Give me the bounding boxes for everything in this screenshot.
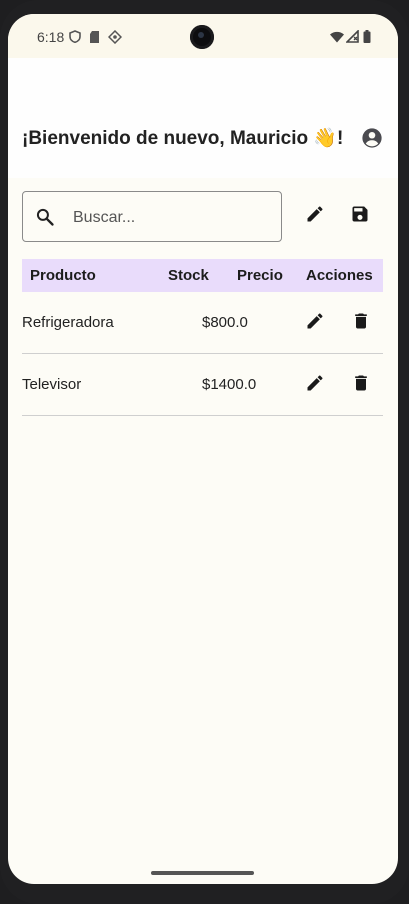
- column-header-stock: Stock: [168, 267, 209, 284]
- cell-precio: $1400.0: [202, 376, 257, 393]
- vpn-icon: [107, 29, 123, 49]
- column-header-acciones: Acciones: [306, 267, 373, 284]
- app-bar: [8, 58, 398, 178]
- search-icon: [35, 207, 55, 232]
- status-time: 6:18: [37, 29, 65, 45]
- row-delete-button[interactable]: [348, 372, 374, 398]
- edit-button[interactable]: [301, 202, 329, 230]
- page-title: ¡Bienvenido de nuevo, Mauricio 👋!: [22, 128, 344, 149]
- floppy-disk-icon: [350, 204, 370, 229]
- front-camera: [190, 25, 214, 49]
- table-row: Televisor $1400.0: [22, 354, 383, 416]
- gesture-nav-handle[interactable]: [151, 871, 254, 875]
- column-header-precio: Precio: [237, 267, 283, 284]
- pencil-icon: [305, 204, 325, 229]
- table-row: Refrigeradora $800.0: [22, 292, 383, 354]
- search-field[interactable]: [22, 191, 282, 242]
- battery-icon: [363, 30, 371, 48]
- pencil-icon: [305, 373, 325, 398]
- wifi-icon: [330, 30, 344, 48]
- save-button[interactable]: [346, 202, 374, 230]
- app-screen: 6:18 ¡Bienvenido de nuevo, Mauricio 👋! B…: [8, 14, 398, 884]
- table-header: Producto Stock Precio Acciones: [22, 259, 383, 292]
- cell-producto: Refrigeradora: [22, 314, 114, 331]
- account-circle-icon[interactable]: [361, 127, 383, 154]
- status-bar: 6:18: [8, 14, 398, 58]
- row-edit-button[interactable]: [302, 372, 328, 398]
- pencil-icon: [305, 311, 325, 336]
- row-edit-button[interactable]: [302, 310, 328, 336]
- sd-card-icon: [89, 30, 100, 48]
- device-frame: 6:18 ¡Bienvenido de nuevo, Mauricio 👋! B…: [0, 0, 409, 904]
- cell-producto: Televisor: [22, 376, 82, 393]
- cell-precio: $800.0: [202, 314, 248, 331]
- signal-icon: [345, 29, 359, 48]
- shield-icon: [69, 30, 81, 48]
- trash-icon: [351, 373, 371, 398]
- column-header-producto: Producto: [30, 267, 96, 284]
- row-delete-button[interactable]: [348, 310, 374, 336]
- trash-icon: [351, 311, 371, 336]
- search-input[interactable]: [71, 205, 275, 231]
